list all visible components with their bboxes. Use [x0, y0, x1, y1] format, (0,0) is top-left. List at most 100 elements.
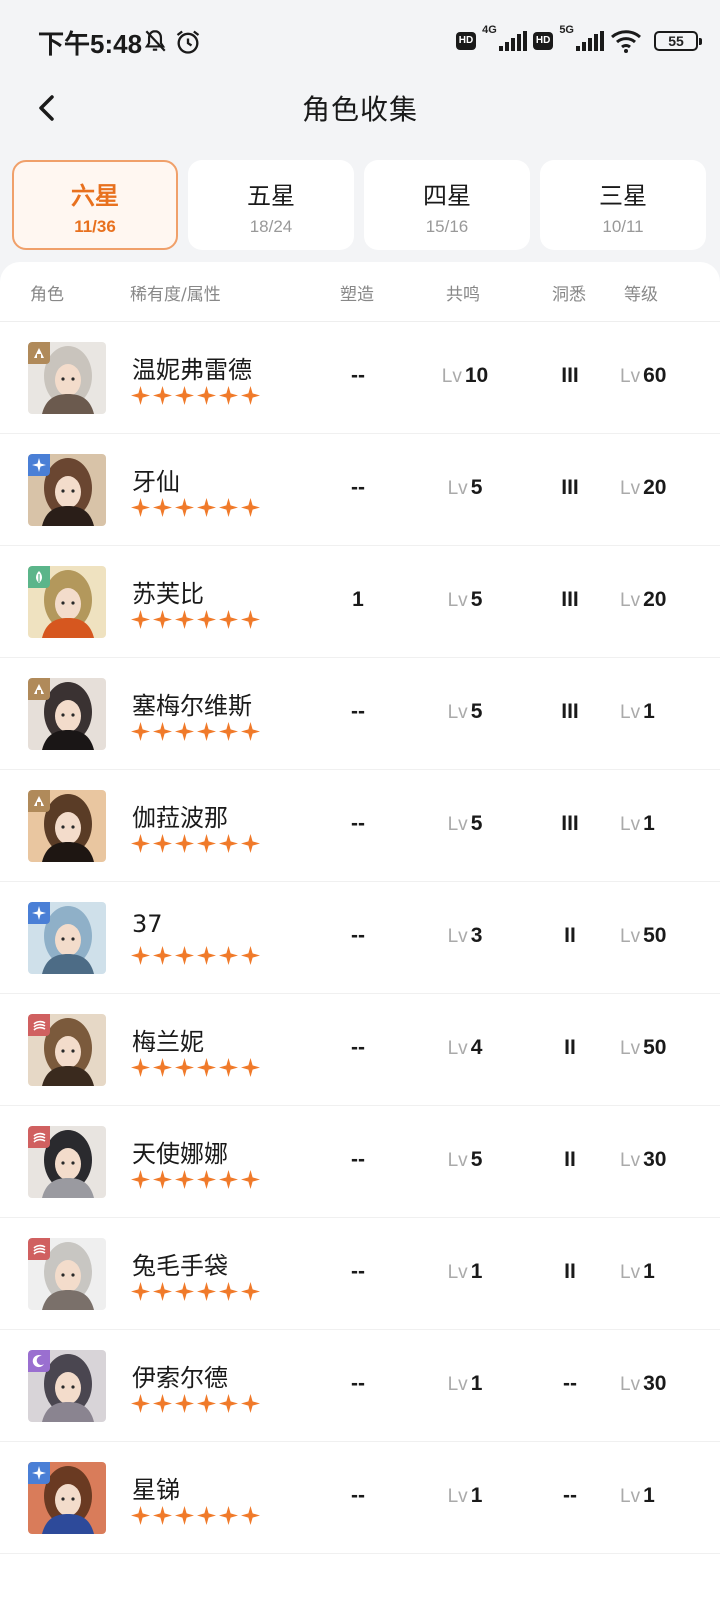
resonance-value: 10 — [464, 364, 489, 387]
lv-prefix: Lv — [447, 1374, 468, 1395]
level-value: 30 — [643, 1372, 667, 1395]
character-name: 伽菈波那 — [132, 804, 228, 832]
network-type-1: 4G — [482, 24, 497, 36]
table-row[interactable]: 伊索尔德 -- Lv 1 -- Lv 30 — [0, 1330, 720, 1442]
star-icon — [197, 1058, 216, 1077]
remold-value: 1 — [352, 588, 364, 611]
header-remold: 塑造 — [340, 285, 374, 305]
star-icon — [153, 834, 172, 853]
star-icon — [219, 834, 238, 853]
header: 角色收集 — [0, 80, 720, 150]
star-icon — [175, 1506, 194, 1525]
wifi-icon — [611, 30, 641, 53]
star-icon — [153, 1058, 172, 1077]
star-icon — [131, 1394, 150, 1413]
star-icon — [241, 722, 260, 741]
lv-prefix: Lv — [620, 1038, 641, 1059]
level-value: 50 — [643, 924, 667, 947]
status-time: 下午5:48 — [38, 29, 143, 59]
tab-label: 四星 — [423, 182, 471, 210]
tab-six-star[interactable]: 六星 11/36 — [12, 160, 178, 250]
star-icon — [219, 1170, 238, 1189]
header-resonance: 共鸣 — [446, 285, 480, 305]
character-name: 伊索尔德 — [132, 1364, 228, 1392]
attribute-brown-icon — [28, 342, 50, 364]
rarity-stars — [131, 610, 260, 629]
resonance-cell: Lv 1 — [420, 1372, 510, 1396]
star-icon — [197, 1282, 216, 1301]
character-name: 兔毛手袋 — [132, 1252, 228, 1280]
table-row[interactable]: 兔毛手袋 -- Lv 1 II Lv 1 — [0, 1218, 720, 1330]
insight-value: III — [561, 700, 579, 723]
lv-prefix: Lv — [447, 1150, 468, 1171]
lv-prefix: Lv — [620, 814, 641, 835]
resonance-cell: Lv 5 — [420, 1148, 510, 1172]
lv-prefix: Lv — [620, 366, 641, 387]
table-row[interactable]: 温妮弗雷德 -- Lv 10 III Lv 60 — [0, 322, 720, 434]
table-row[interactable]: 伽菈波那 -- Lv 5 III Lv 1 — [0, 770, 720, 882]
resonance-value: 1 — [470, 1484, 483, 1507]
table-row[interactable]: 苏芙比 1 Lv 5 III Lv 20 — [0, 546, 720, 658]
tab-four-star[interactable]: 四星 15/16 — [364, 160, 530, 250]
attribute-brown-icon — [28, 790, 50, 812]
battery-indicator: 55 — [654, 31, 702, 51]
attribute-green-icon — [28, 566, 50, 588]
star-icon — [197, 1170, 216, 1189]
character-avatar — [28, 1126, 106, 1198]
rarity-stars — [131, 946, 260, 965]
remold-value: -- — [351, 1372, 365, 1395]
table-row[interactable]: 塞梅尔维斯 -- Lv 5 III Lv 1 — [0, 658, 720, 770]
table-row[interactable]: 梅兰妮 -- Lv 4 II Lv 50 — [0, 994, 720, 1106]
attribute-blue-icon — [28, 902, 50, 924]
star-icon — [219, 386, 238, 405]
star-icon — [197, 610, 216, 629]
resonance-cell: Lv 5 — [420, 588, 510, 612]
tab-five-star[interactable]: 五星 18/24 — [188, 160, 354, 250]
star-icon — [131, 610, 150, 629]
star-icon — [241, 610, 260, 629]
character-name: 星锑 — [132, 1476, 180, 1504]
resonance-value: 3 — [470, 924, 483, 947]
star-icon — [241, 1058, 260, 1077]
star-icon — [219, 1394, 238, 1413]
insight-value: III — [561, 588, 579, 611]
level-value: 20 — [643, 476, 667, 499]
level-value: 1 — [643, 1260, 655, 1283]
star-icon — [219, 610, 238, 629]
rarity-stars — [131, 1170, 260, 1189]
lv-prefix: Lv — [620, 702, 641, 723]
star-icon — [197, 946, 216, 965]
star-icon — [131, 386, 150, 405]
lv-prefix: Lv — [447, 1486, 468, 1507]
lv-prefix: Lv — [441, 366, 462, 387]
table-header: 角色 稀有度/属性 塑造 共鸣 洞悉 等级 — [0, 262, 720, 322]
table-row[interactable]: 37 -- Lv 3 II Lv 50 — [0, 882, 720, 994]
star-icon — [219, 946, 238, 965]
lv-prefix: Lv — [447, 702, 468, 723]
resonance-value: 5 — [470, 476, 483, 499]
star-icon — [219, 1506, 238, 1525]
remold-value: -- — [351, 700, 365, 723]
rarity-stars — [131, 1058, 260, 1077]
insight-value: -- — [563, 1372, 577, 1395]
mute-bell-icon — [144, 30, 166, 52]
lv-prefix: Lv — [620, 1374, 641, 1395]
remold-value: -- — [351, 1260, 365, 1283]
star-icon — [175, 1394, 194, 1413]
table-row[interactable]: 天使娜娜 -- Lv 5 II Lv 30 — [0, 1106, 720, 1218]
table-row[interactable]: 星锑 -- Lv 1 -- Lv 1 — [0, 1442, 720, 1554]
table-row[interactable]: 牙仙 -- Lv 5 III Lv 20 — [0, 434, 720, 546]
resonance-cell: Lv 4 — [420, 1036, 510, 1060]
resonance-value: 5 — [470, 1148, 483, 1171]
resonance-value: 4 — [470, 1036, 483, 1059]
resonance-cell: Lv 3 — [420, 924, 510, 948]
signal-icon — [498, 31, 527, 51]
level-value: 50 — [643, 1036, 667, 1059]
tab-three-star[interactable]: 三星 10/11 — [540, 160, 706, 250]
star-icon — [197, 386, 216, 405]
character-avatar — [28, 1350, 106, 1422]
attribute-purple-icon — [28, 1350, 50, 1372]
lv-prefix: Lv — [620, 1150, 641, 1171]
star-icon — [131, 834, 150, 853]
level-cell: Lv 60 — [620, 364, 700, 388]
